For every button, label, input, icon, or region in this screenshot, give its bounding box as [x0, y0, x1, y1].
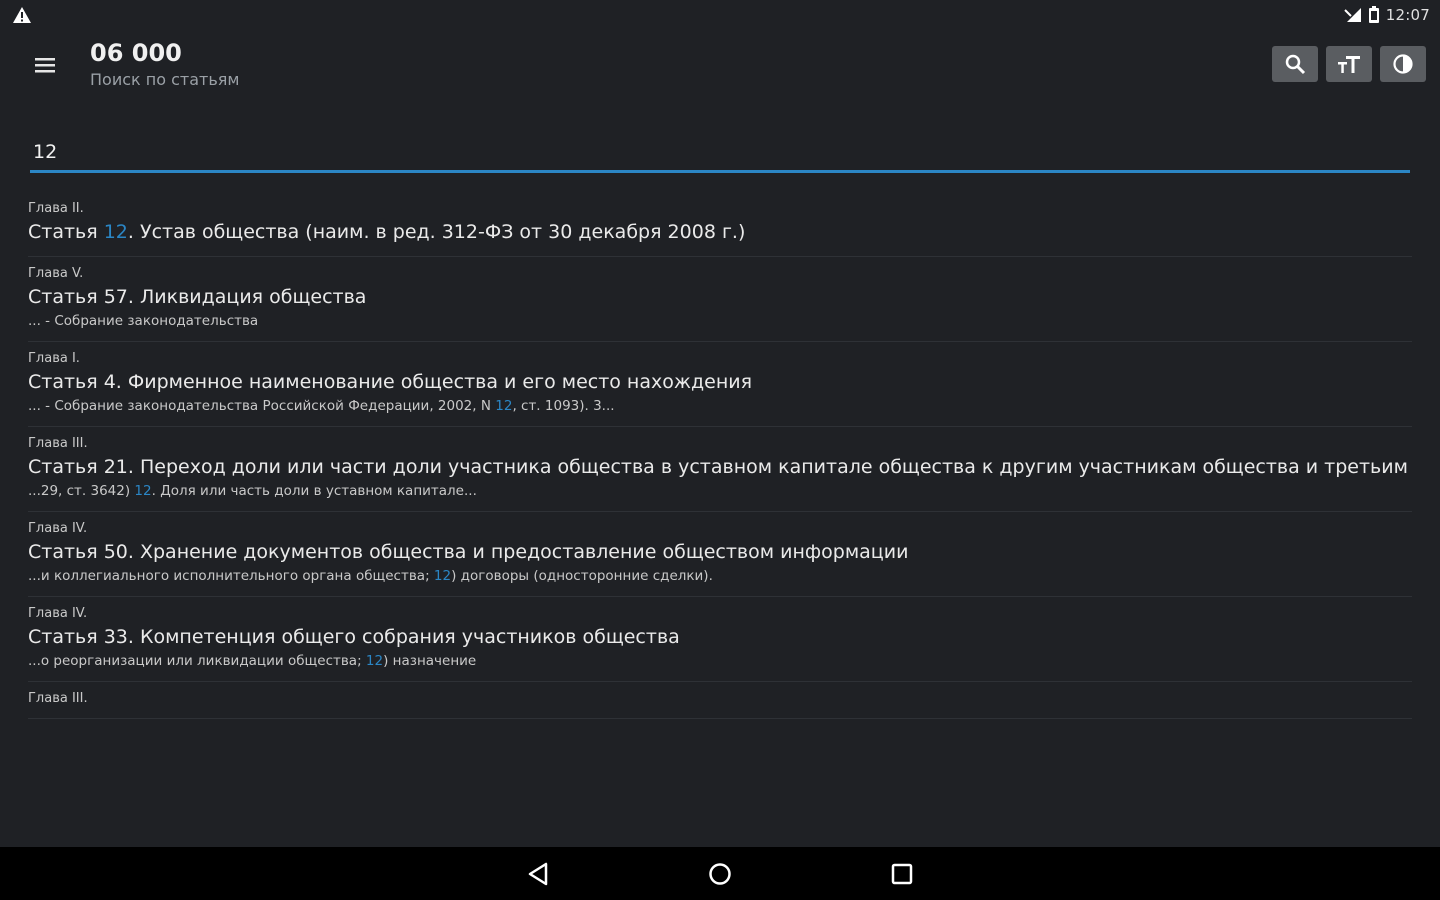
result-item[interactable]: Глава V. Статья 57. Ликвидация общества …	[28, 257, 1412, 342]
title-block: 06 000 Поиск по статьям	[90, 38, 239, 91]
search-button[interactable]	[1272, 46, 1318, 82]
result-article: Статья 21. Переход доли или части доли у…	[28, 456, 1412, 478]
text-size-button[interactable]	[1326, 46, 1372, 82]
result-chapter: Глава IV.	[28, 606, 88, 621]
recents-icon[interactable]	[887, 859, 917, 889]
result-chapter: Глава V.	[28, 266, 84, 281]
result-snippet: ... - Собрание законодательства	[28, 313, 259, 329]
result-item[interactable]: Глава III.	[28, 682, 1412, 719]
navigation-bar	[0, 847, 1440, 900]
result-snippet: ... - Собрание законодательства Российск…	[28, 398, 615, 414]
contrast-button[interactable]	[1380, 46, 1426, 82]
query-highlight: 12	[365, 653, 384, 669]
result-item[interactable]: Глава I. Статья 4. Фирменное наименовани…	[28, 342, 1412, 427]
query-highlight: 12	[134, 483, 152, 499]
app-title: 06 000	[90, 39, 182, 67]
status-bar: 12:07	[0, 0, 1440, 30]
search-icon	[1285, 54, 1306, 75]
results-list[interactable]: Глава II. Статья 12. Устав общества (наи…	[28, 192, 1412, 820]
result-article: Статья 57. Ликвидация общества	[28, 286, 367, 308]
menu-icon[interactable]	[28, 48, 62, 82]
result-article: Статья 12. Устав общества (наим. в ред. …	[28, 221, 746, 243]
query-highlight: 12	[495, 398, 513, 414]
result-item[interactable]: Глава IV. Статья 33. Компетенция общего …	[28, 597, 1412, 682]
result-item[interactable]: Глава IV. Статья 50. Хранение документов…	[28, 512, 1412, 597]
result-snippet: ...о реорганизации или ликвидации общест…	[28, 653, 477, 669]
battery-icon	[1368, 6, 1379, 23]
query-highlight: 12	[433, 568, 452, 584]
search-field	[30, 135, 1410, 173]
status-time: 12:07	[1385, 6, 1430, 24]
result-article: Статья 33. Компетенция общего собрания у…	[28, 626, 680, 648]
query-highlight: 12	[103, 221, 128, 243]
app-subtitle: Поиск по статьям	[90, 70, 240, 89]
result-chapter: Глава IV.	[28, 521, 88, 536]
back-icon[interactable]	[524, 859, 554, 889]
result-chapter: Глава I.	[28, 351, 80, 366]
warning-icon	[13, 7, 31, 23]
home-icon[interactable]	[705, 859, 735, 889]
text-size-icon	[1338, 56, 1360, 73]
result-snippet: ...29, ст. 3642) 12. Доля или часть доли…	[28, 483, 477, 499]
signal-icon	[1344, 8, 1361, 22]
status-right: 12:07	[1344, 6, 1430, 24]
toolbar-actions	[1272, 46, 1426, 82]
result-item[interactable]: Глава II. Статья 12. Устав общества (наи…	[28, 192, 1412, 257]
result-chapter: Глава III.	[28, 436, 88, 451]
result-chapter: Глава III.	[28, 691, 88, 706]
app-bar: 06 000 Поиск по статьям	[0, 30, 1440, 105]
result-chapter: Глава II.	[28, 201, 84, 216]
result-item[interactable]: Глава III. Статья 21. Переход доли или ч…	[28, 427, 1412, 512]
contrast-icon	[1393, 54, 1413, 74]
result-article: Статья 4. Фирменное наименование обществ…	[28, 371, 753, 393]
search-input[interactable]	[30, 135, 1410, 169]
result-snippet: ...и коллегиального исполнительного орга…	[28, 568, 713, 584]
result-article: Статья 50. Хранение документов общества …	[28, 541, 909, 563]
